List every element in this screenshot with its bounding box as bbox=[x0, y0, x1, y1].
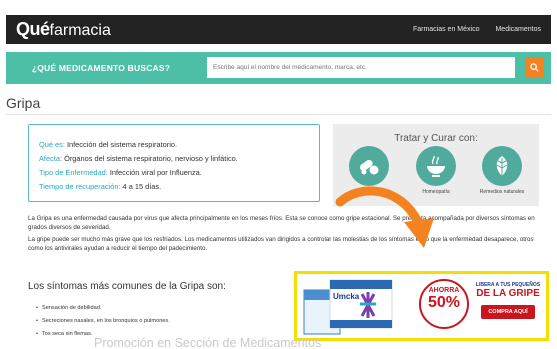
disease-info-box: Qué es: Infección del sistema respirator… bbox=[28, 124, 320, 202]
treatment-label: Homeopatía bbox=[422, 189, 450, 195]
info-label: Tipo de Enfermedad: bbox=[39, 168, 108, 177]
search-icon bbox=[530, 63, 539, 72]
pills-icon bbox=[349, 146, 389, 186]
discount-value: 50% bbox=[427, 294, 461, 311]
treatment-label: Remedios naturales bbox=[479, 189, 525, 195]
search-question: ¿QUÉ MEDICAMENTO BUSCAS? bbox=[31, 63, 171, 73]
discount-label: AHORRA bbox=[428, 287, 460, 294]
site-header: Qué farmacia Farmacias en México Medicam… bbox=[0, 0, 557, 44]
treatment-remedios[interactable]: Remedios naturales bbox=[476, 146, 528, 195]
info-row-afecta: Afecta: Órganos del sistema respiratorio… bbox=[39, 152, 319, 166]
info-value: 4 a 15 días. bbox=[122, 182, 162, 191]
main-nav: Farmacias en México Medicamentos bbox=[413, 26, 541, 33]
search-input[interactable] bbox=[207, 57, 515, 78]
symptoms-heading: Los síntomas más comunes de la Gripa son… bbox=[28, 281, 226, 292]
info-label: Tiempo de recuperación: bbox=[39, 182, 121, 191]
info-label: Afecta: bbox=[39, 154, 63, 163]
search-band: ¿QUÉ MEDICAMENTO BUSCAS? bbox=[6, 52, 551, 84]
leaf-icon bbox=[482, 146, 522, 186]
info-row-que-es: Qué es: Infección del sistema respirator… bbox=[39, 138, 319, 152]
symptom-item: Sensación de debilidad. bbox=[36, 302, 170, 315]
symptom-item: Secreciones nasales, en los bronquios o … bbox=[36, 315, 170, 328]
treatment-title: Tratar y Curar con: bbox=[394, 133, 478, 144]
site-logo[interactable]: Qué farmacia bbox=[16, 19, 111, 40]
promo-banner[interactable]: Umcka AHORRA 50% LIBERA A TUS PEQUEÑOS D… bbox=[294, 271, 549, 341]
search-button[interactable] bbox=[525, 57, 544, 78]
product-image: Umcka bbox=[300, 276, 418, 336]
logo-bold: Qué bbox=[16, 19, 50, 39]
info-value: Infección viral por Influenza. bbox=[109, 168, 202, 177]
treatment-medicamentos[interactable]: Medicamentos bbox=[343, 146, 395, 195]
discount-badge: AHORRA 50% bbox=[419, 279, 469, 329]
treatment-panel: Tratar y Curar con: Medicamentos Homeopa… bbox=[333, 124, 539, 206]
promo-caption: Promoción en Sección de Medicamentos bbox=[94, 336, 322, 349]
page-title: Gripa bbox=[6, 95, 41, 111]
treatment-label: Medicamentos bbox=[352, 189, 386, 195]
bowl-icon bbox=[416, 146, 456, 186]
treatment-homeopatia[interactable]: Homeopatía bbox=[410, 146, 462, 195]
nav-link-farmacias[interactable]: Farmacias en México bbox=[413, 26, 480, 33]
promo-line2: DE LA GRIPE bbox=[476, 288, 540, 299]
info-label: Qué es: bbox=[39, 140, 65, 149]
intro-paragraph: La Gripa es una enfermedad causada por v… bbox=[28, 215, 535, 231]
info-value: Órganos del sistema respiratorio, nervio… bbox=[64, 154, 238, 163]
info-row-tiempo: Tiempo de recuperación: 4 a 15 días. bbox=[39, 180, 319, 194]
logo-rest: farmacia bbox=[49, 22, 111, 39]
product-brand: Umcka bbox=[333, 292, 360, 301]
info-row-tipo: Tipo de Enfermedad: Infección viral por … bbox=[39, 166, 319, 180]
title-divider bbox=[6, 114, 551, 115]
promo-text: LIBERA A TUS PEQUEÑOS DE LA GRIPE COMPRA… bbox=[472, 282, 544, 319]
nav-link-medicamentos[interactable]: Medicamentos bbox=[495, 26, 541, 33]
page: Qué farmacia Farmacias en México Medicam… bbox=[0, 0, 557, 349]
header-bar: Qué farmacia Farmacias en México Medicam… bbox=[6, 15, 551, 44]
info-value: Infección del sistema respiratorio. bbox=[66, 140, 178, 149]
detail-paragraph: La gripe puede ser mucho más grave que l… bbox=[28, 236, 534, 252]
buy-button[interactable]: COMPRA AQUÍ bbox=[481, 305, 535, 319]
